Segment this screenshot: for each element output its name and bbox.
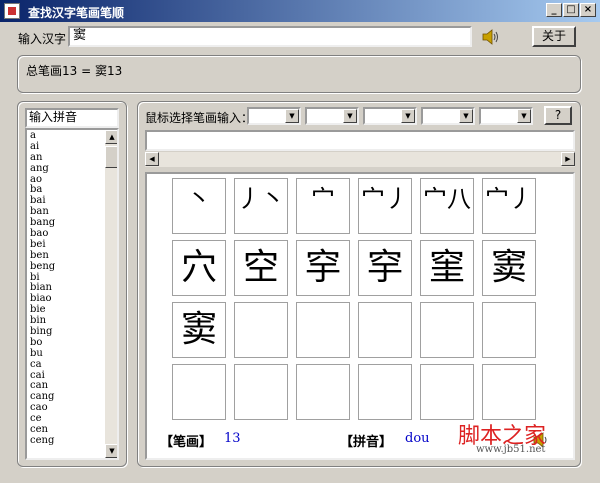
minimize-button[interactable]: _ (546, 3, 562, 17)
stroke-cell (420, 364, 474, 420)
about-button[interactable]: 关于 (532, 26, 576, 47)
app-icon (4, 3, 20, 19)
stroke-cell: 宀丿 (482, 178, 536, 234)
window-title: 查找汉字笔画笔顺 (28, 6, 125, 20)
pinyin-value: dou (405, 431, 430, 446)
stroke-combo-1[interactable]: ▼ (247, 107, 301, 125)
stroke-cell: 丶 (172, 178, 226, 234)
scroll-thumb[interactable] (105, 146, 117, 168)
help-button[interactable]: ? (544, 106, 572, 125)
horizontal-scrollbar[interactable]: ◀ ▶ (145, 152, 575, 167)
stroke-cell: 空 (234, 240, 288, 296)
stroke-cell: 穻 (358, 240, 412, 296)
stroke-cell (358, 364, 412, 420)
stroke-count-value: 13 (224, 431, 241, 446)
stroke-combo-5[interactable]: ▼ (479, 107, 533, 125)
pinyin-input[interactable]: 输入拼音 (25, 108, 119, 128)
stroke-cell (296, 302, 350, 358)
stroke-cell (234, 302, 288, 358)
pinyin-list-item[interactable]: beng (27, 261, 103, 273)
watermark-url: www.jb51.net (476, 444, 546, 455)
stroke-cell (482, 302, 536, 358)
stroke-combo-3[interactable]: ▼ (363, 107, 417, 125)
scroll-down-button[interactable]: ▼ (105, 444, 117, 458)
result-text: 总笔画13 = 窦13 (26, 64, 123, 78)
pinyin-label: 【拼音】 (340, 435, 393, 450)
maximize-button[interactable]: □ (563, 3, 579, 17)
stroke-combo-4[interactable]: ▼ (421, 107, 475, 125)
scroll-left-button[interactable]: ◀ (145, 152, 159, 166)
pinyin-list-item[interactable]: ang (27, 163, 103, 175)
stroke-cell: 窦 (482, 240, 536, 296)
stroke-count-label: 【笔画】 (160, 435, 213, 450)
stroke-cell (296, 364, 350, 420)
pinyin-list[interactable]: a ai an ang ao ba bai ban bang bao bei ben beng bi bia… (25, 128, 119, 460)
stroke-cell: 穴 (172, 240, 226, 296)
stroke-select-label: 鼠标选择笔画输入： (145, 111, 254, 125)
stroke-cell (358, 302, 412, 358)
scroll-up-button[interactable]: ▲ (105, 130, 117, 144)
hanzi-input[interactable]: 窦 (68, 26, 472, 47)
stroke-cell: 宀 (296, 178, 350, 234)
stroke-cell (482, 364, 536, 420)
stroke-combo-2[interactable]: ▼ (305, 107, 359, 125)
pinyin-list-item[interactable]: ca (27, 359, 103, 371)
stroke-cell: 丿丶 (234, 178, 288, 234)
stroke-cell: 宀八 (420, 178, 474, 234)
stroke-cell (420, 302, 474, 358)
stroke-input-field[interactable] (145, 130, 575, 151)
close-button[interactable]: × (580, 3, 596, 17)
pinyin-list-item[interactable]: ceng (27, 435, 103, 447)
speaker-icon[interactable] (482, 29, 500, 45)
scroll-right-button[interactable]: ▶ (561, 152, 575, 166)
stroke-cell: 窐 (420, 240, 474, 296)
input-label: 输入汉字 (18, 32, 67, 46)
stroke-cell: 宀丿 (358, 178, 412, 234)
stroke-cell (172, 364, 226, 420)
stroke-cell: 窦 (172, 302, 226, 358)
pinyin-scrollbar[interactable]: ▲ ▼ (105, 130, 117, 458)
title-bar[interactable]: 查找汉字笔画笔顺 _ □ × (0, 0, 600, 22)
stroke-cell (234, 364, 288, 420)
stroke-cell: 穻 (296, 240, 350, 296)
